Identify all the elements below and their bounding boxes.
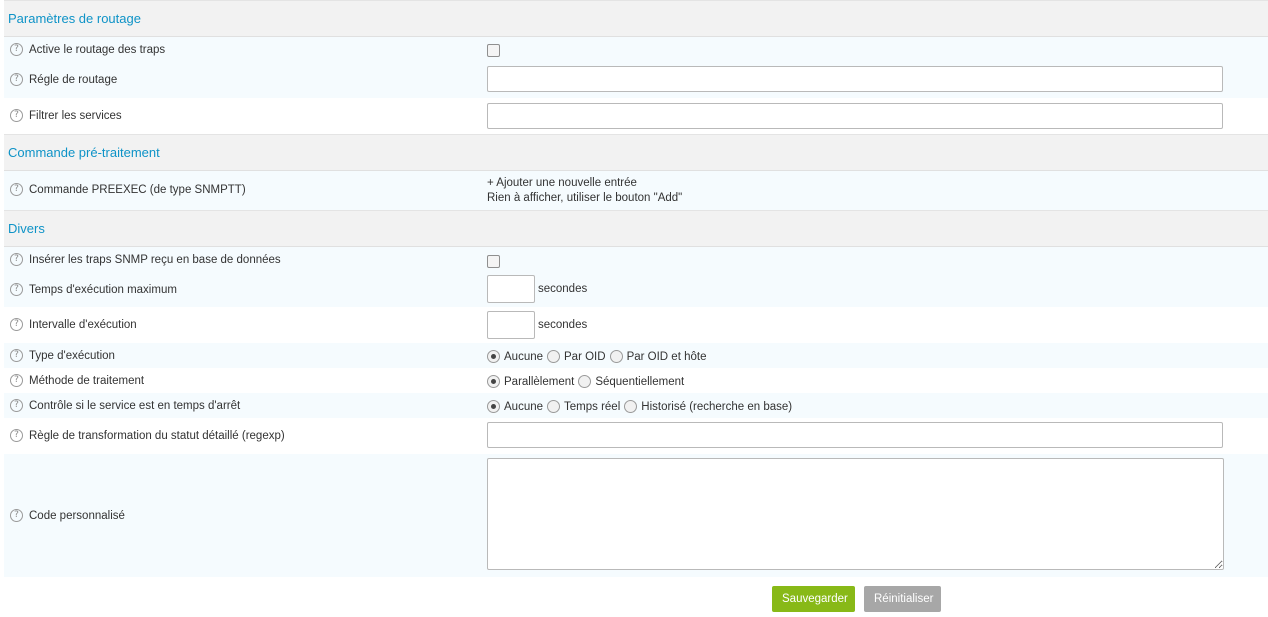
- row-processing-method: ? Méthode de traitement Parallèlement Sé…: [4, 368, 1268, 393]
- processing-radio-parallel[interactable]: [487, 375, 500, 388]
- row-insert-traps: ? Insérer les traps SNMP reçu en base de…: [4, 247, 1268, 272]
- routing-rule-input[interactable]: [487, 66, 1223, 92]
- processing-option-sequential[interactable]: Séquentiellement: [595, 376, 684, 388]
- row-routing-rule: ? Régle de routage: [4, 62, 1268, 98]
- exec-type-option-oid-host[interactable]: Par OID et hôte: [627, 351, 707, 363]
- row-downtime-check: ? Contrôle si le service est en temps d'…: [4, 393, 1268, 418]
- downtime-check-radio-group: Aucune Temps réel Historisé (recherche e…: [487, 400, 796, 413]
- label-max-exec-time: Temps d'exécution maximum: [29, 283, 177, 296]
- save-button[interactable]: Sauvegarder: [772, 586, 855, 612]
- section-header-routing: Paramètres de routage: [4, 0, 1268, 37]
- help-icon[interactable]: ?: [10, 509, 23, 522]
- help-icon[interactable]: ?: [10, 318, 23, 331]
- reset-button[interactable]: Réinitialiser: [864, 586, 941, 612]
- section-title-routing: Paramètres de routage: [8, 11, 141, 26]
- row-enable-routing: ? Active le routage des traps: [4, 37, 1268, 62]
- label-filter-services: Filtrer les services: [29, 109, 122, 122]
- row-custom-code: ? Code personnalisé: [4, 454, 1268, 577]
- label-status-regexp: Règle de transformation du statut détail…: [29, 429, 285, 442]
- downtime-option-none[interactable]: Aucune: [504, 401, 543, 413]
- label-enable-routing: Active le routage des traps: [29, 43, 166, 56]
- row-preexec-command: ? Commande PREEXEC (de type SNMPTT) + Aj…: [4, 171, 1268, 210]
- downtime-option-history[interactable]: Historisé (recherche en base): [641, 401, 792, 413]
- exec-type-option-oid[interactable]: Par OID: [564, 351, 606, 363]
- downtime-option-realtime[interactable]: Temps réel: [564, 401, 620, 413]
- row-exec-type: ? Type d'exécution Aucune Par OID Par OI…: [4, 343, 1268, 368]
- help-icon[interactable]: ?: [10, 109, 23, 122]
- help-icon[interactable]: ?: [10, 399, 23, 412]
- processing-option-parallel[interactable]: Parallèlement: [504, 376, 574, 388]
- downtime-radio-history[interactable]: [624, 400, 638, 413]
- processing-radio-sequential[interactable]: [578, 375, 592, 388]
- insert-traps-checkbox[interactable]: [487, 255, 500, 268]
- downtime-radio-none[interactable]: [487, 400, 500, 413]
- row-status-regexp: ? Règle de transformation du statut déta…: [4, 418, 1268, 454]
- status-regexp-input[interactable]: [487, 422, 1223, 448]
- max-exec-time-unit: secondes: [538, 283, 588, 295]
- help-icon[interactable]: ?: [10, 183, 23, 196]
- help-icon[interactable]: ?: [10, 349, 23, 362]
- exec-type-radio-oid[interactable]: [547, 350, 561, 363]
- enable-routing-checkbox[interactable]: [487, 44, 500, 57]
- help-icon[interactable]: ?: [10, 283, 23, 296]
- row-max-exec-time: ? Temps d'exécution maximum secondes: [4, 272, 1268, 307]
- label-processing-method: Méthode de traitement: [29, 374, 145, 387]
- trap-form: Paramètres de routage ? Active le routag…: [4, 0, 1268, 577]
- section-title-preexec: Commande pré-traitement: [8, 145, 160, 160]
- add-entry-link[interactable]: + Ajouter une nouvelle entrée: [487, 176, 682, 191]
- section-header-misc: Divers: [4, 210, 1268, 247]
- custom-code-textarea[interactable]: [487, 458, 1224, 570]
- label-custom-code: Code personnalisé: [29, 509, 125, 522]
- filter-services-input[interactable]: [487, 103, 1223, 129]
- exec-type-radio-oid-host[interactable]: [609, 350, 623, 363]
- label-exec-interval: Intervalle d'exécution: [29, 318, 137, 331]
- row-exec-interval: ? Intervalle d'exécution secondes: [4, 307, 1268, 343]
- label-routing-rule: Régle de routage: [29, 73, 118, 86]
- max-exec-time-input[interactable]: [487, 275, 535, 303]
- processing-method-radio-group: Parallèlement Séquentiellement: [487, 375, 688, 388]
- help-icon[interactable]: ?: [10, 253, 23, 266]
- help-icon[interactable]: ?: [10, 43, 23, 56]
- exec-interval-unit: secondes: [538, 319, 588, 331]
- exec-type-option-none[interactable]: Aucune: [504, 351, 543, 363]
- empty-list-text: Rien à afficher, utiliser le bouton "Add…: [487, 192, 683, 204]
- section-title-misc: Divers: [8, 221, 45, 236]
- help-icon[interactable]: ?: [10, 429, 23, 442]
- help-icon[interactable]: ?: [10, 73, 23, 86]
- label-insert-traps: Insérer les traps SNMP reçu en base de d…: [29, 253, 281, 266]
- label-downtime-check: Contrôle si le service est en temps d'ar…: [29, 399, 241, 412]
- label-preexec-command: Commande PREEXEC (de type SNMPTT): [29, 183, 246, 196]
- exec-type-radio-group: Aucune Par OID Par OID et hôte: [487, 350, 710, 363]
- section-header-preexec: Commande pré-traitement: [4, 134, 1268, 171]
- label-exec-type: Type d'exécution: [29, 349, 115, 362]
- help-icon[interactable]: ?: [10, 374, 23, 387]
- exec-type-radio-none[interactable]: [487, 350, 500, 363]
- downtime-radio-realtime[interactable]: [547, 400, 561, 413]
- exec-interval-input[interactable]: [487, 311, 535, 339]
- row-filter-services: ? Filtrer les services: [4, 98, 1268, 134]
